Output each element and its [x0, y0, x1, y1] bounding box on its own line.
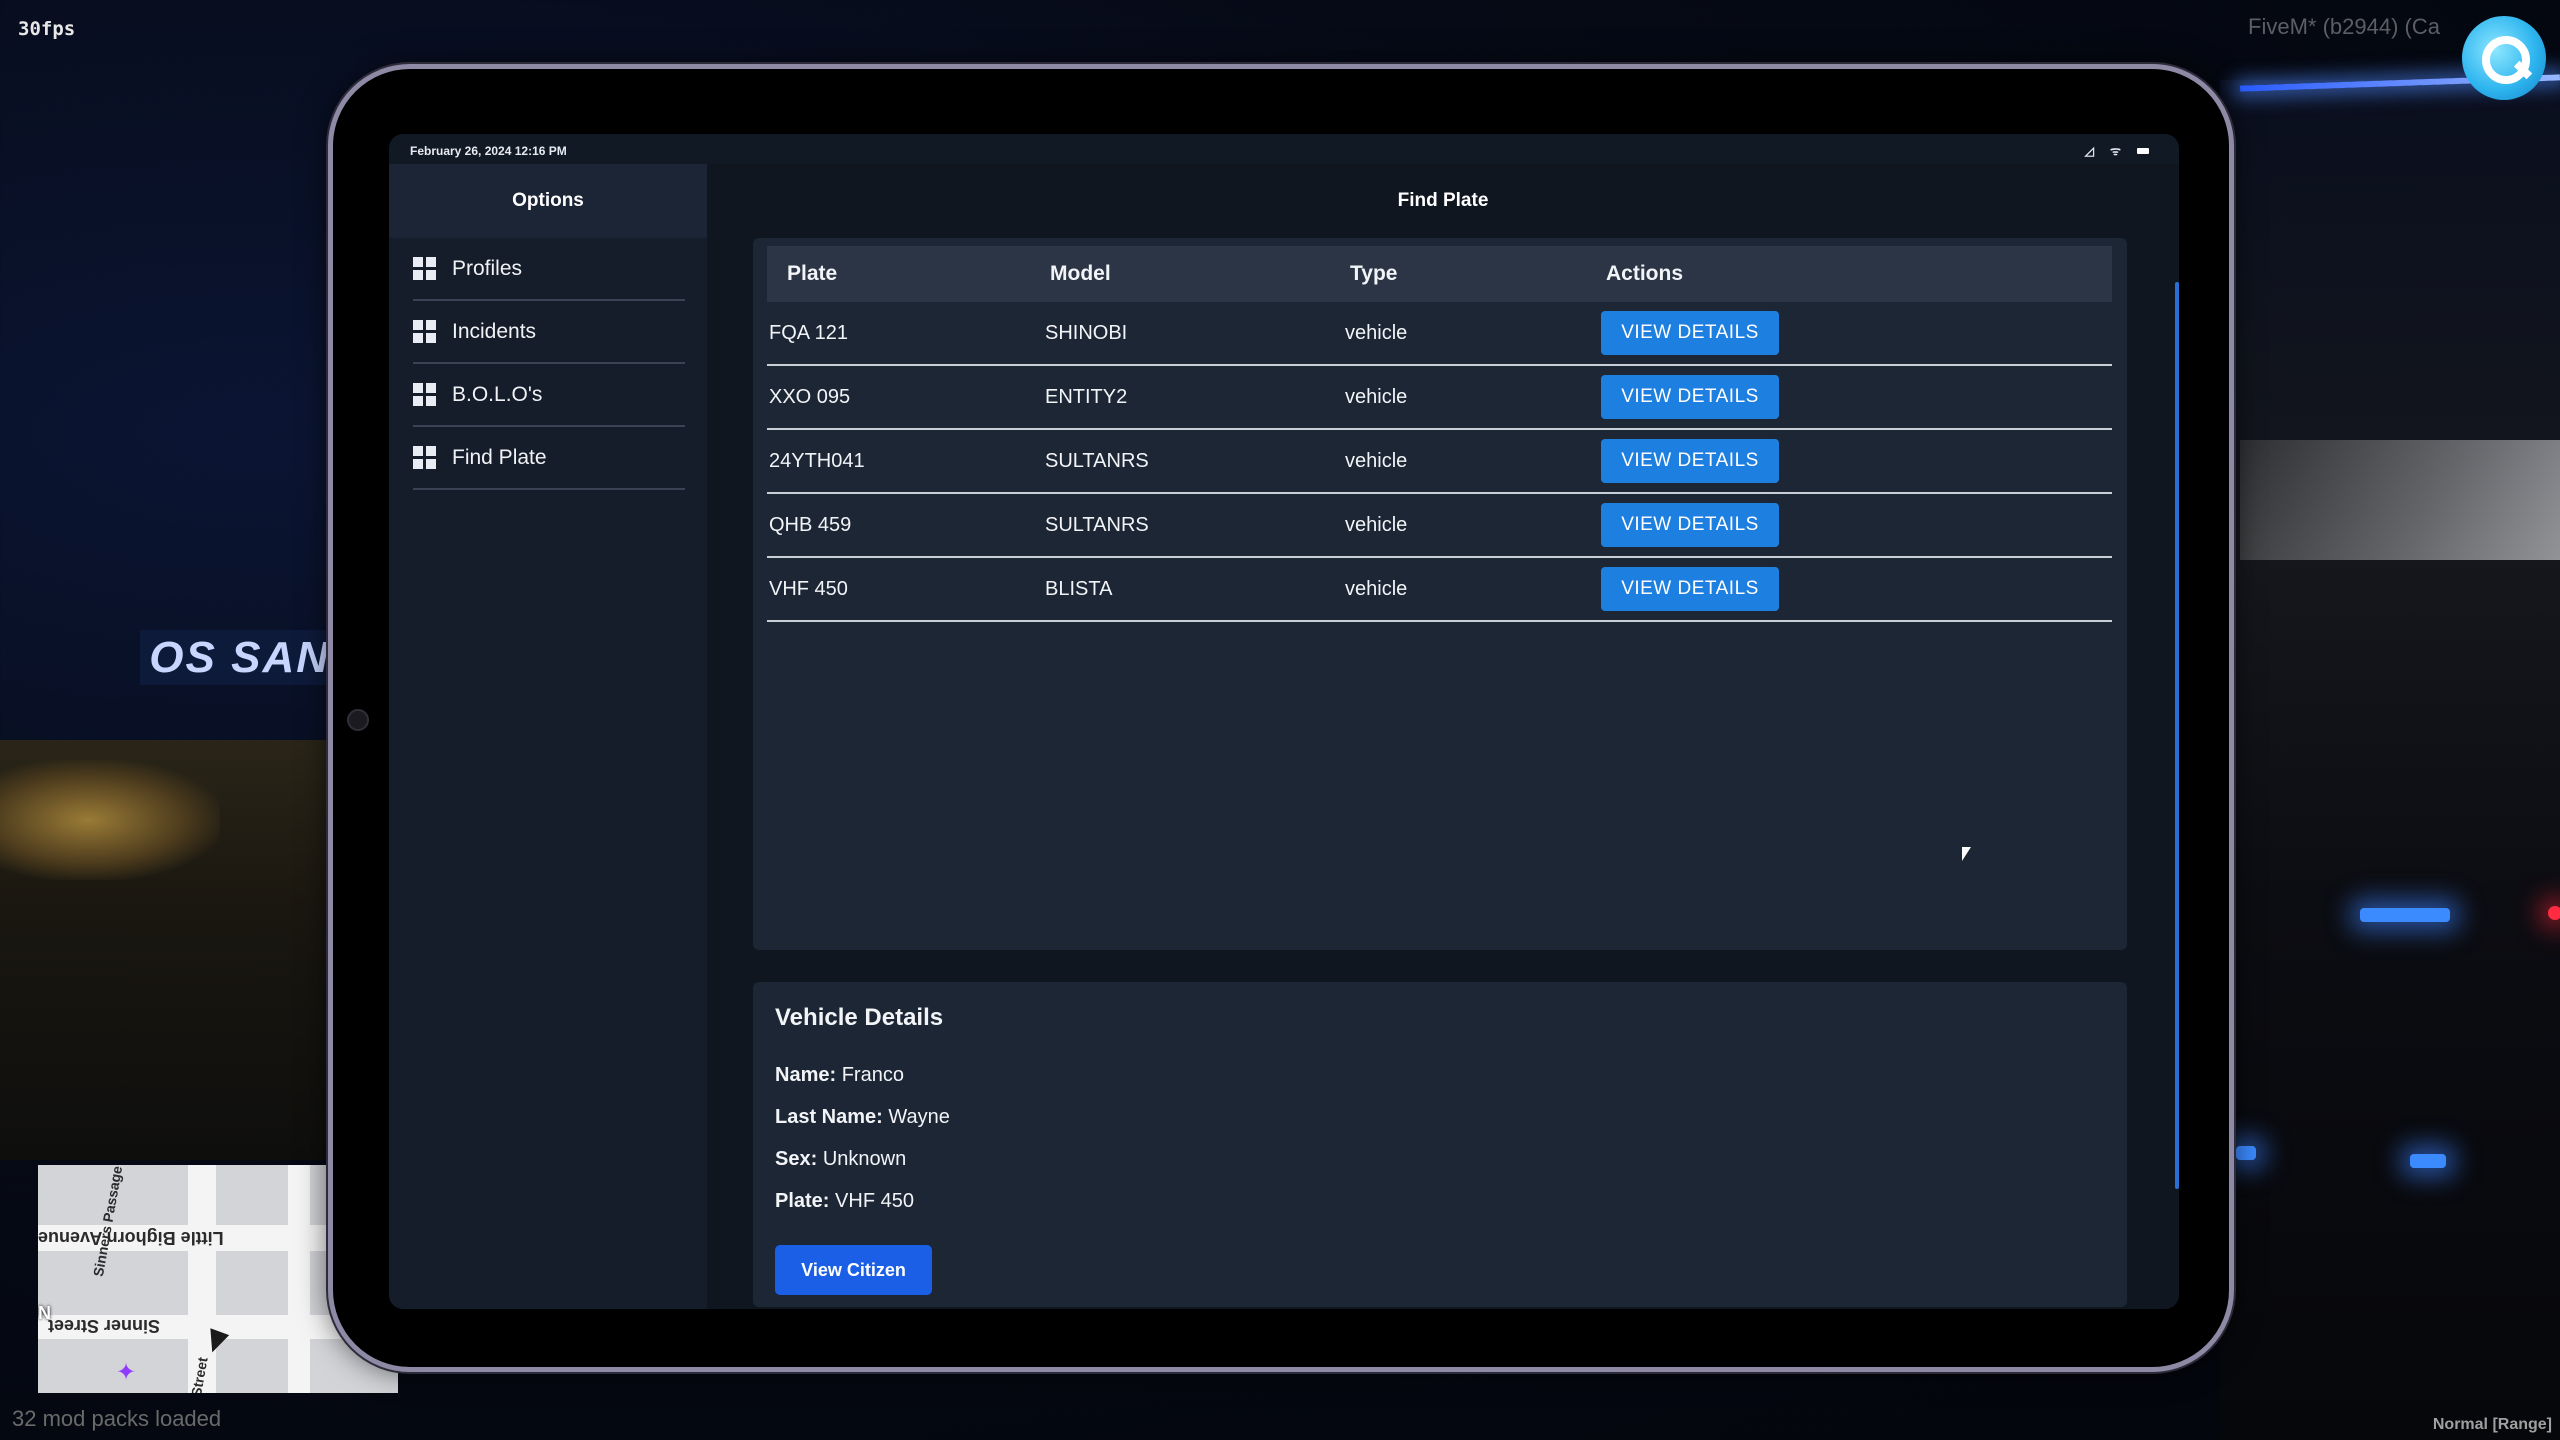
view-details-button[interactable]: VIEW DETAILS — [1601, 311, 1779, 355]
view-citizen-button[interactable]: View Citizen — [775, 1245, 932, 1295]
table-header-row: Plate Model Type Actions — [767, 246, 2112, 302]
tablet-screen: February 26, 2024 12:16 PM ◿ ᯤ Options P… — [389, 134, 2179, 1309]
detail-value: VHF 450 — [835, 1190, 914, 1212]
table-row: VHF 450 BLISTA vehicle VIEW DETAILS — [767, 557, 2112, 622]
sidebar: Options Profiles Incidents B.O.L.O's Fin… — [389, 164, 707, 1309]
column-header-plate: Plate — [767, 246, 1045, 302]
waypoint-icon: ✦ — [116, 1359, 137, 1386]
sidebar-item-incidents[interactable]: Incidents — [413, 301, 685, 364]
detail-label: Name: — [775, 1064, 842, 1086]
sidebar-item-find-plate[interactable]: Find Plate — [413, 427, 685, 490]
background-structure — [2240, 440, 2560, 560]
mouse-cursor-icon — [1962, 847, 1971, 861]
actions-cell: VIEW DETAILS — [1601, 493, 2112, 558]
sidebar-item-label: B.O.L.O's — [452, 382, 543, 406]
street-label: Little Bighorn Avenue — [38, 1228, 224, 1248]
detail-value: Wayne — [888, 1106, 950, 1128]
detail-label: Last Name: — [775, 1106, 889, 1128]
fps-counter: 30fps — [18, 18, 76, 40]
plate-cell: VHF 450 — [767, 557, 1045, 622]
sidebar-title: Options — [389, 164, 707, 238]
table-row: FQA 121 SHINOBI vehicle VIEW DETAILS — [767, 302, 2112, 366]
type-cell: vehicle — [1345, 493, 1601, 558]
battery-icon — [2137, 147, 2149, 154]
type-cell: vehicle — [1345, 429, 1601, 494]
detail-value: Unknown — [822, 1148, 907, 1170]
model-cell: SHINOBI — [1045, 302, 1345, 366]
status-icons: ◿ ᯤ — [2085, 142, 2149, 159]
type-cell: vehicle — [1345, 557, 1601, 622]
sidebar-item-label: Profiles — [452, 256, 523, 280]
actions-cell: VIEW DETAILS — [1601, 429, 2112, 494]
grid-icon — [413, 445, 437, 470]
grid-icon — [413, 382, 437, 407]
street-label: Sinners Passage — [90, 1165, 126, 1278]
app-logo-icon — [2462, 16, 2546, 100]
table-row: XXO 095 ENTITY2 vehicle VIEW DETAILS — [767, 365, 2112, 430]
tablet-frame: February 26, 2024 12:16 PM ◿ ᯤ Options P… — [328, 64, 2234, 1372]
view-details-button[interactable]: VIEW DETAILS — [1601, 567, 1779, 611]
sidebar-item-profiles[interactable]: Profiles — [413, 238, 685, 301]
camera-icon — [347, 709, 369, 731]
red-light — [2548, 906, 2560, 920]
type-cell: vehicle — [1345, 365, 1601, 430]
plate-cell: FQA 121 — [767, 302, 1045, 366]
detail-label: Plate: — [775, 1190, 836, 1212]
grid-icon — [413, 319, 437, 344]
table-row: QHB 459 SULTANRS vehicle VIEW DETAILS — [767, 493, 2112, 558]
model-cell: SULTANRS — [1045, 493, 1345, 558]
police-light — [2360, 908, 2450, 922]
plate-cell: QHB 459 — [767, 493, 1045, 558]
detail-plate: Plate: VHF 450 — [775, 1190, 914, 1213]
view-details-button[interactable]: VIEW DETAILS — [1601, 375, 1779, 419]
table-row: 24YTH041 SULTANRS vehicle VIEW DETAILS — [767, 429, 2112, 494]
model-cell: ENTITY2 — [1045, 365, 1345, 430]
model-cell: SULTANRS — [1045, 429, 1345, 494]
police-light — [2236, 1146, 2256, 1160]
details-title: Vehicle Details — [775, 1004, 944, 1031]
main-panel: Find Plate Plate Model Type Actions FQA … — [707, 164, 2179, 1309]
grid-icon — [413, 256, 437, 281]
detail-label: Sex: — [775, 1148, 823, 1170]
scrollbar[interactable] — [2175, 282, 2179, 1189]
status-bar: February 26, 2024 12:16 PM ◿ ᯤ — [389, 134, 2179, 164]
voice-mode: Normal [Range] — [2432, 1416, 2552, 1433]
plate-results-card: Plate Model Type Actions FQA 121 SHINOBI… — [753, 238, 2127, 950]
column-header-actions: Actions — [1601, 246, 2112, 302]
page-title: Find Plate — [1397, 190, 1489, 211]
client-title: FiveM* (b2944) (Ca — [2248, 14, 2440, 39]
detail-name: Name: Franco — [775, 1064, 904, 1087]
signal-icon: ◿ — [2084, 143, 2095, 158]
view-details-button[interactable]: VIEW DETAILS — [1601, 503, 1779, 547]
background-light — [0, 760, 220, 880]
wifi-icon: ᯤ — [2110, 144, 2121, 158]
sidebar-item-label: Find Plate — [452, 445, 547, 469]
actions-cell: VIEW DETAILS — [1601, 365, 2112, 430]
vehicle-details-card: Vehicle Details Name: Franco Last Name: … — [753, 982, 2127, 1307]
north-indicator: N — [38, 1303, 51, 1323]
model-cell: BLISTA — [1045, 557, 1345, 622]
type-cell: vehicle — [1345, 302, 1601, 366]
detail-value: Franco — [841, 1064, 904, 1086]
sidebar-item-bolos[interactable]: B.O.L.O's — [413, 364, 685, 427]
plate-cell: 24YTH041 — [767, 429, 1045, 494]
police-light — [2410, 1154, 2446, 1168]
column-header-type: Type — [1345, 246, 1601, 302]
actions-cell: VIEW DETAILS — [1601, 557, 2112, 622]
detail-last-name: Last Name: Wayne — [775, 1106, 950, 1129]
actions-cell: VIEW DETAILS — [1601, 302, 2112, 366]
view-details-button[interactable]: VIEW DETAILS — [1601, 439, 1779, 483]
column-header-model: Model — [1045, 246, 1345, 302]
mod-packs-status: 32 mod packs loaded — [12, 1406, 222, 1431]
plate-cell: XXO 095 — [767, 365, 1045, 430]
street-label: Sinner Street — [48, 1316, 161, 1336]
detail-sex: Sex: Unknown — [775, 1148, 906, 1171]
background-right — [2220, 80, 2560, 1440]
sidebar-item-label: Incidents — [452, 319, 537, 343]
datetime: February 26, 2024 12:16 PM — [410, 144, 567, 158]
plate-table: Plate Model Type Actions FQA 121 SHINOBI… — [767, 246, 2112, 622]
background-sign: OS SAN — [140, 630, 340, 685]
